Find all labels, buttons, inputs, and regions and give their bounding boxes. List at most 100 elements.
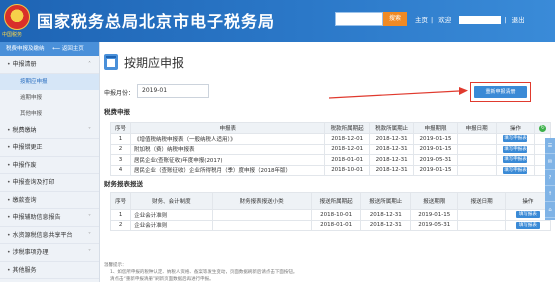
sidebar-item-query-print[interactable]: • 申报查询及打印 — [0, 174, 99, 192]
tool-icon[interactable]: ↑ — [545, 186, 555, 202]
cell: 2018-12-31 — [368, 133, 415, 145]
cell — [211, 219, 312, 231]
table-row: 1 企业会计准则 2018-10-01 2018-12-31 2019-01-1… — [109, 209, 552, 221]
fill-form-button[interactable]: 填写申报表 — [503, 145, 528, 153]
sidebar-subitem-overdue[interactable]: 逾期申报 — [0, 90, 99, 106]
cell — [456, 133, 497, 145]
col-header: 报送期限 — [410, 192, 459, 210]
cell: 2019-01-15 — [413, 143, 458, 155]
sidebar-item-label: 缴款查询 — [12, 196, 37, 204]
refresh-icon[interactable]: ↻ — [539, 124, 547, 132]
floating-toolbar: ☰ ✉ ? ↑ ⌂ — [545, 138, 555, 220]
sidebar-item-payment[interactable]: • 税费缴纳 ˅ — [0, 122, 99, 139]
sidebar-item-water-tax[interactable]: • 水资源税信息共享平台 ˅ — [0, 227, 99, 244]
cell: 居民企业（查账征收）企业所得税月（季）度申报（2018年版） — [129, 164, 326, 176]
col-header: 财务报表报送小类 — [211, 192, 312, 210]
cell — [211, 209, 312, 221]
cell: 2019-01-15 — [413, 133, 458, 145]
finance-section-title: 财务报表报送 — [104, 180, 143, 188]
sidebar-item-void[interactable]: • 申报作废 — [0, 157, 99, 174]
sidebar-item-label: 涉税事项办理 — [12, 249, 49, 256]
fill-form-button[interactable]: 填写申报表 — [503, 135, 528, 143]
sidebar-item-correction[interactable]: • 申报错更正 — [0, 139, 99, 157]
chevron-down-icon: ˅ — [88, 249, 91, 256]
cell: 2 — [110, 143, 131, 155]
table-row: 2 附加税（费）纳税申报表 2018-12-01 2018-12-31 2019… — [110, 143, 551, 155]
tool-icon[interactable]: ⌂ — [545, 202, 555, 218]
sidebar-item-declaration-list[interactable]: • 申报清册 ˄ — [0, 56, 99, 74]
page-title: 按期应申报 — [124, 56, 185, 70]
tax-declaration-table: 序号 申报表 税款所属期起 税款所属期止 申报期限 申报日期 操作 ↻ 1 《增… — [110, 122, 551, 176]
finance-report-table: 序号 财务、会计制度 财务报表报送小类 报送所属期起 报送所属期止 报送期限 报… — [109, 192, 552, 231]
sidebar-top-bar: 税费申报及缴纳 ⟵ 返回主页 — [0, 42, 99, 56]
col-header: 报送日期 — [457, 192, 506, 210]
col-header: 申报期限 — [413, 122, 458, 134]
cell: 2018-12-31 — [368, 154, 415, 166]
cell — [457, 219, 506, 231]
page: 中国税务 国家税务总局北京市电子税务局 搜索 主页 | 欢迎 | 退出 税费申报及… — [0, 0, 555, 282]
cell: 2 — [109, 219, 132, 231]
fill-report-button[interactable]: 填写报表 — [515, 211, 540, 219]
bullet-icon: • — [7, 249, 11, 256]
logout-link[interactable]: 退出 — [512, 16, 525, 24]
sidebar-item-payment-query[interactable]: • 缴款查询 — [0, 192, 99, 209]
bullet-icon: • — [7, 214, 11, 221]
cell: 2018-01-01 — [310, 219, 362, 231]
home-link[interactable]: 主页 — [415, 16, 428, 24]
action-cell: 填写报表 — [504, 219, 552, 231]
sidebar-item-aux-report[interactable]: • 申报辅助信息报告 ˅ — [0, 209, 99, 227]
redo-declaration-list-button[interactable]: 重新申报清册 — [474, 86, 527, 98]
cell: 2018-12-31 — [360, 209, 412, 221]
header-search-button[interactable]: 搜索 — [383, 12, 407, 26]
cell — [457, 209, 506, 221]
site-header: 中国税务 国家税务总局北京市电子税务局 搜索 主页 | 欢迎 | 退出 — [0, 0, 555, 42]
cell: 1 — [109, 209, 132, 221]
cell: 2019-05-31 — [410, 219, 459, 231]
table-header-row: 序号 财务、会计制度 财务报表报送小类 报送所属期起 报送所属期止 报送期限 报… — [109, 192, 552, 210]
action-cell: 填写申报表 — [495, 143, 536, 155]
bullet-icon: • — [7, 61, 11, 68]
period-input[interactable]: 2019-01 — [137, 84, 209, 98]
col-header: 税款所属期止 — [368, 122, 415, 134]
cell — [456, 164, 497, 176]
annotation-arrow — [328, 87, 468, 99]
sidebar-subitem-other[interactable]: 其他申报 — [0, 106, 99, 122]
bullet-icon: • — [7, 266, 11, 274]
fill-form-button[interactable]: 填写申报表 — [503, 156, 528, 164]
calendar-icon — [104, 54, 118, 70]
tool-icon[interactable]: ☰ — [545, 138, 555, 154]
table-row: 2 企业会计准则 2018-01-01 2018-12-31 2019-05-3… — [109, 219, 552, 231]
action-cell: 填写申报表 — [495, 164, 536, 176]
tool-icon[interactable]: ? — [545, 170, 555, 186]
sidebar-subitem-periodic[interactable]: 按期应申报 — [0, 73, 99, 90]
tool-icon[interactable]: ✉ — [545, 154, 555, 170]
cell: 2019-01-15 — [413, 164, 458, 176]
table-row: 1 《增值税纳税申报表（一般纳税人适用）》 2018-12-01 2018-12… — [110, 133, 551, 145]
sidebar-item-tax-matters[interactable]: • 涉税事项办理 ˅ — [0, 244, 99, 262]
sidebar-item-label: 其他服务 — [12, 266, 37, 274]
user-name — [459, 16, 502, 24]
action-cell: 填写申报表 — [495, 154, 536, 166]
note-line: 1、如您所申报的税种认定、纳税人资格、备案等发生变动，页面数据刷新后请点击下面按… — [110, 270, 298, 275]
cell: 2018-10-01 — [310, 209, 362, 221]
chevron-down-icon: ˅ — [88, 126, 91, 134]
table-row: 3 居民企业(查账征收)年度申报(2017) 2018-01-01 2018-1… — [110, 154, 551, 166]
header-links: 主页 | 欢迎 | 退出 — [415, 16, 525, 24]
chevron-up-icon: ˄ — [88, 61, 91, 68]
cell: 企业会计准则 — [130, 209, 213, 221]
emblem-text: 中国税务 — [2, 32, 23, 38]
fill-form-button[interactable]: 填写申报表 — [503, 166, 528, 174]
col-header: 申报表 — [129, 122, 326, 134]
notes-heading: 温馨提示： — [104, 263, 127, 268]
sidebar-item-other-service[interactable]: • 其他服务 — [0, 262, 99, 279]
cell: 4 — [110, 164, 131, 176]
col-header: 序号 — [110, 122, 131, 134]
sidebar-module-title[interactable]: 税费申报及缴纳 — [6, 46, 45, 52]
col-header: 税款所属期起 — [324, 122, 370, 134]
bullet-icon: • — [7, 144, 11, 151]
col-header: 报送所属期止 — [360, 192, 412, 210]
welcome-text: 欢迎 — [438, 16, 452, 24]
back-home-link[interactable]: ⟵ 返回主页 — [52, 46, 90, 52]
header-search-input[interactable] — [335, 12, 383, 26]
fill-report-button[interactable]: 填写报表 — [515, 221, 540, 229]
